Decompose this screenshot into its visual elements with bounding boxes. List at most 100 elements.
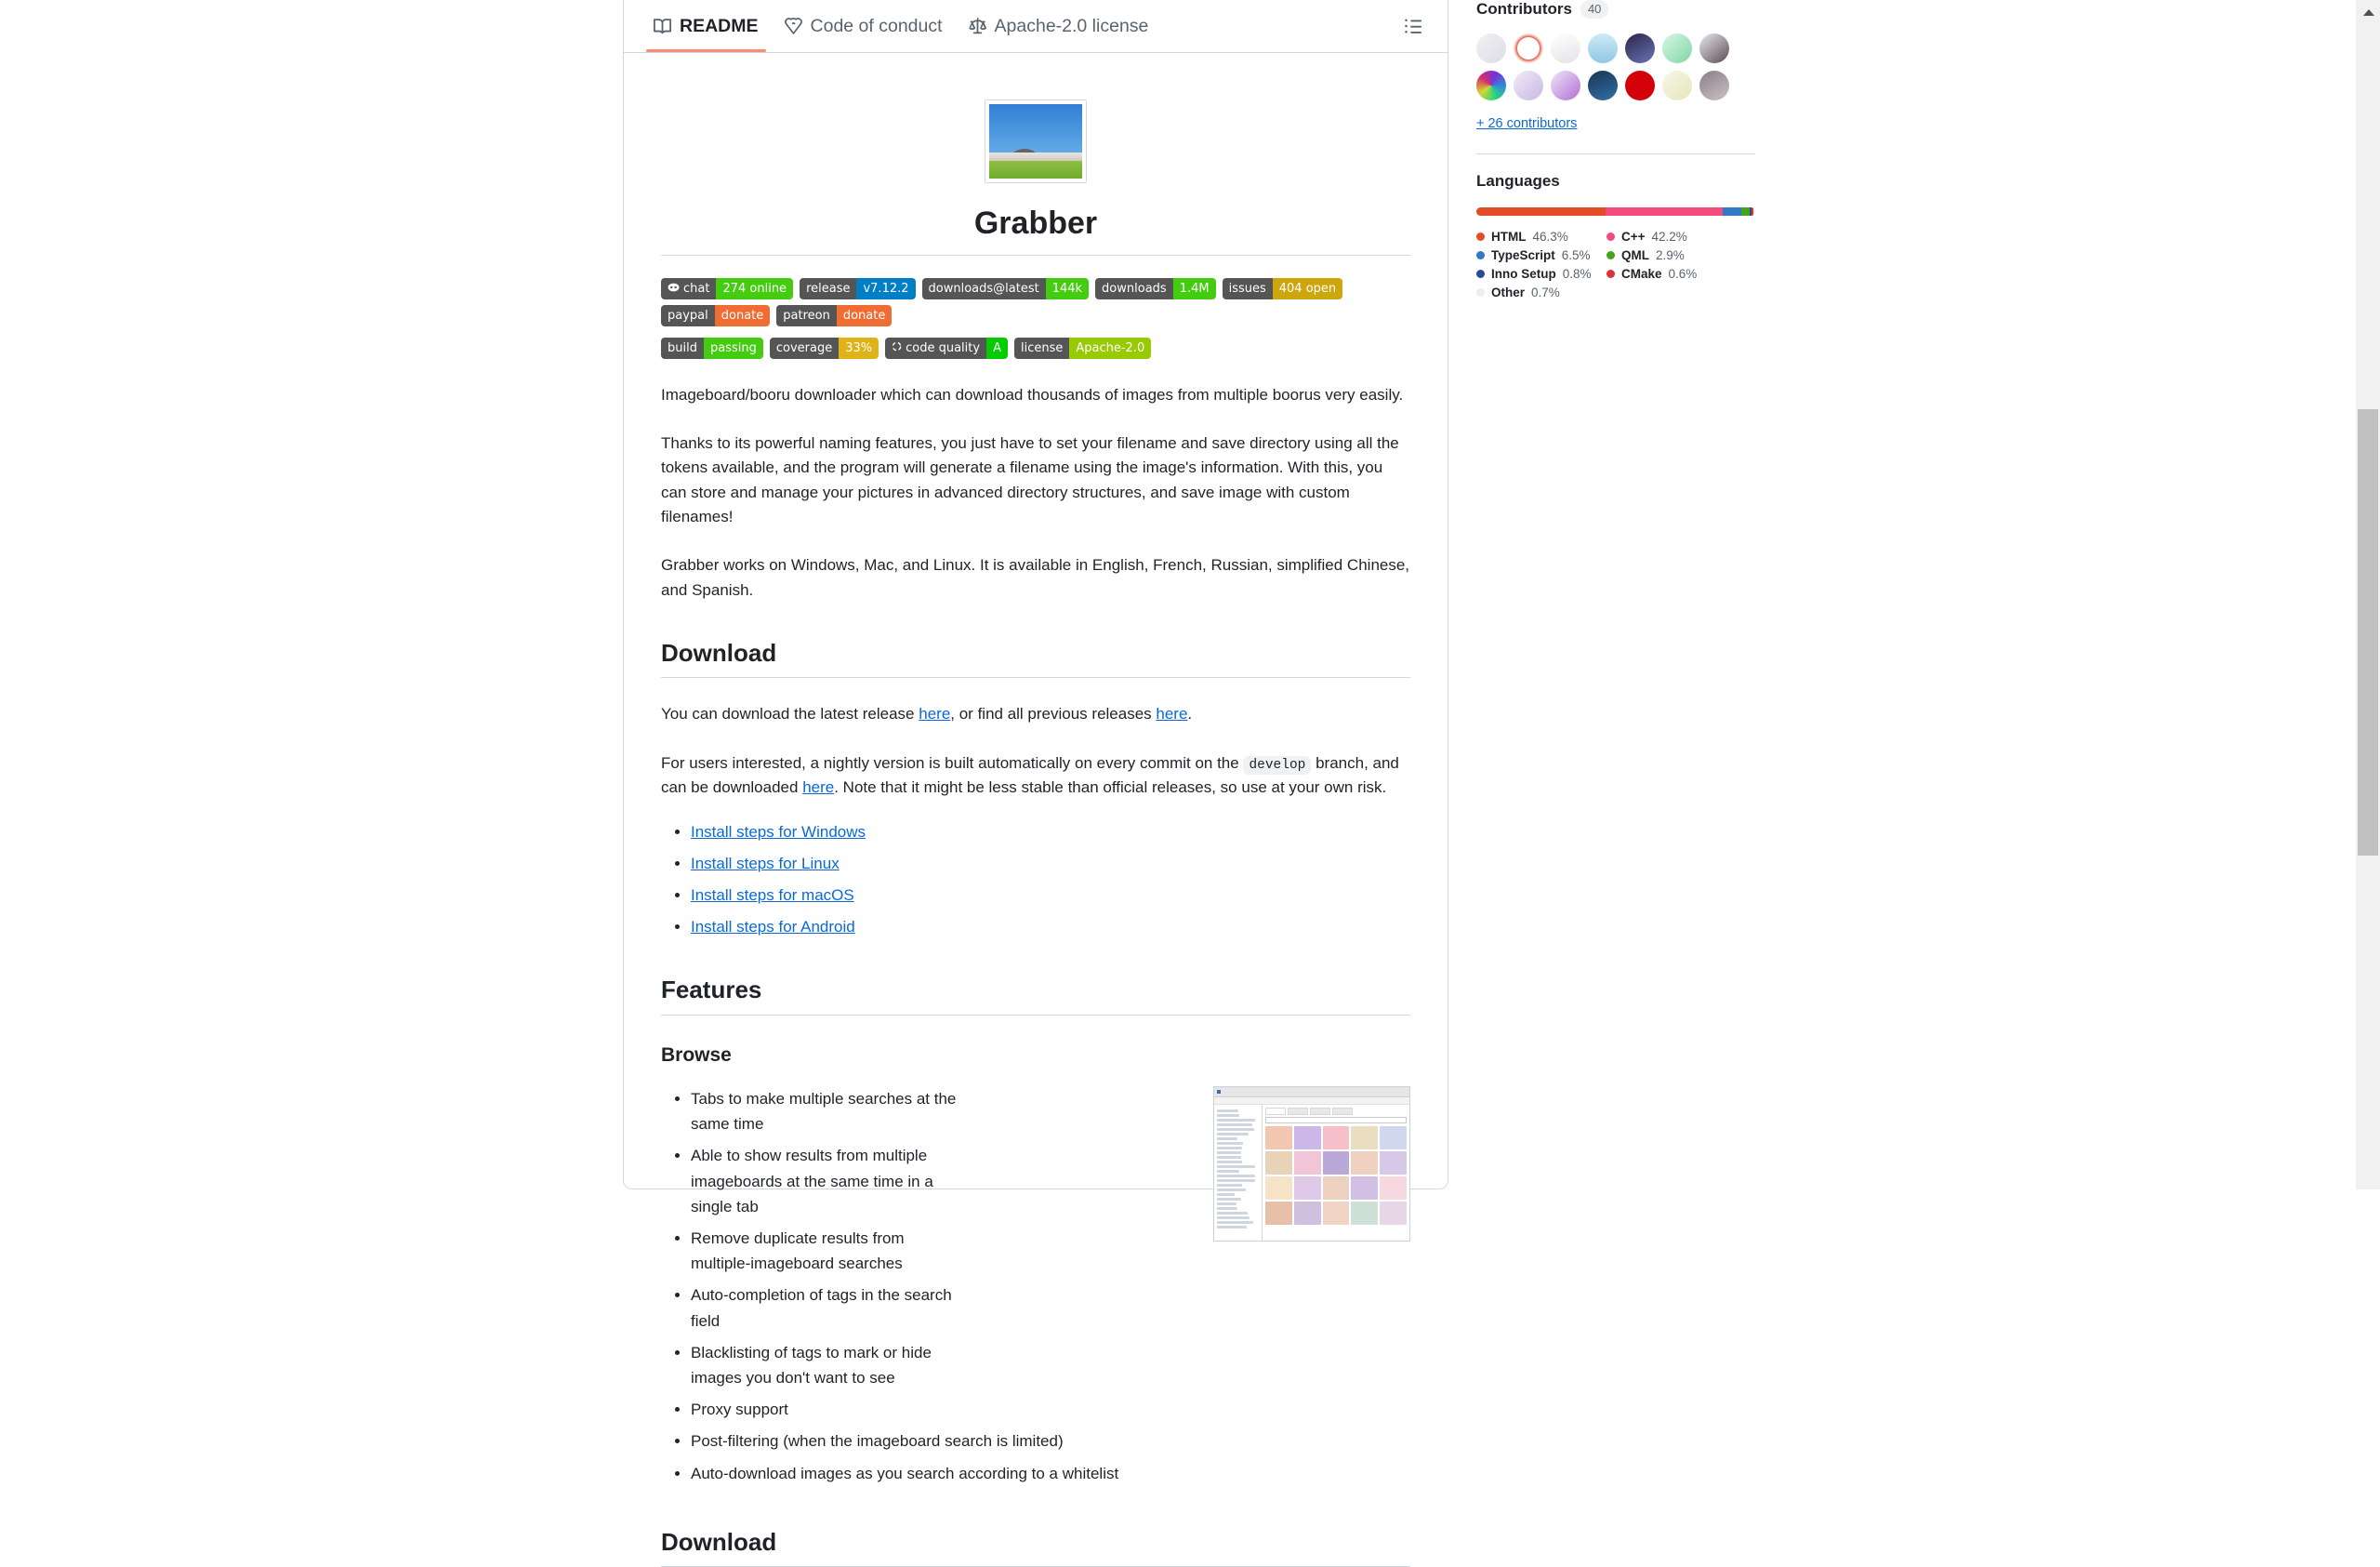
- badge-patreon[interactable]: patreon donate: [776, 305, 892, 326]
- language-color-dot: [1476, 232, 1485, 241]
- install-steps-link[interactable]: Install steps for Windows: [691, 823, 866, 841]
- tab-license[interactable]: Apache-2.0 license: [956, 0, 1162, 52]
- language-item[interactable]: QML 2.9%: [1606, 248, 1755, 262]
- app-screenshot-results-panel: [1263, 1105, 1409, 1242]
- badge-paypal[interactable]: paypal donate: [661, 305, 770, 326]
- language-percent: 42.2%: [1652, 230, 1687, 244]
- language-bar-segment: [1753, 207, 1755, 216]
- contributor-avatar-11[interactable]: [1588, 71, 1618, 100]
- contributor-avatar-13[interactable]: [1662, 71, 1692, 100]
- language-color-dot: [1476, 251, 1485, 259]
- language-item[interactable]: C++ 42.2%: [1606, 230, 1755, 244]
- language-list: HTML 46.3% C++ 42.2% TypeScript 6.5% QML 2.9% In…: [1476, 230, 1755, 299]
- page-scrollbar[interactable]: [2356, 0, 2380, 1189]
- scrollbar-thumb[interactable]: [2358, 409, 2378, 856]
- app-screenshot-tabs: [1265, 1108, 1407, 1115]
- list-item: Install steps for Linux: [691, 851, 1410, 876]
- language-item[interactable]: TypeScript 6.5%: [1476, 248, 1606, 262]
- badge-issues[interactable]: issues 404 open: [1223, 278, 1343, 299]
- language-bar-segment: [1476, 207, 1606, 216]
- badge-code-quality[interactable]: code quality A: [885, 338, 1008, 359]
- paragraph-naming: Thanks to its powerful naming features, …: [661, 432, 1410, 529]
- badge-right-label: 33%: [839, 338, 879, 359]
- install-steps-list: Install steps for Windows Install steps f…: [661, 819, 1410, 940]
- tab-readme[interactable]: README: [641, 0, 772, 52]
- contributor-avatar-5[interactable]: [1625, 33, 1655, 63]
- develop-branch-code: develop: [1243, 756, 1311, 775]
- contributor-avatar-2[interactable]: [1514, 33, 1543, 63]
- language-bar-segment: [1741, 207, 1750, 216]
- more-contributors-link[interactable]: + 26 contributors: [1476, 116, 1755, 131]
- contributor-avatar-9[interactable]: [1514, 71, 1543, 100]
- outline-icon[interactable]: [1394, 7, 1433, 46]
- paragraph-nightly: For users interested, a nightly version …: [661, 751, 1410, 801]
- contributor-avatar-10[interactable]: [1551, 71, 1580, 100]
- app-screenshot-thumbnail: [1351, 1151, 1378, 1175]
- badge-coverage[interactable]: coverage 33%: [770, 338, 879, 359]
- language-percent: 0.7%: [1531, 286, 1560, 299]
- hero-image-frame: [985, 100, 1087, 183]
- book-icon: [654, 18, 671, 35]
- list-item: Auto-download images as you search accor…: [691, 1461, 1410, 1486]
- app-screenshot-thumbnail: [1380, 1151, 1407, 1175]
- nightly-download-link[interactable]: here: [802, 778, 834, 796]
- badge-chat[interactable]: chat 274 online: [661, 278, 793, 299]
- badge-release[interactable]: release v7.12.2: [800, 278, 915, 299]
- app-screenshot-thumbnail: [1380, 1202, 1407, 1225]
- app-screenshot-menubar: [1214, 1097, 1409, 1105]
- download-text-a: You can download the latest release: [661, 705, 919, 723]
- language-name: Other: [1491, 286, 1525, 299]
- contributor-avatar-4[interactable]: [1588, 33, 1618, 63]
- page-title: Grabber: [661, 204, 1410, 256]
- badge-right-label: A: [986, 338, 1008, 359]
- contributor-avatar-8[interactable]: [1476, 71, 1506, 100]
- contributor-avatar-14[interactable]: [1699, 71, 1729, 100]
- scroll-up-arrow-icon[interactable]: [2363, 9, 2374, 16]
- language-item[interactable]: Other 0.7%: [1476, 286, 1606, 299]
- language-color-dot: [1606, 232, 1615, 241]
- download-text-b: , or find all previous releases: [950, 705, 1156, 723]
- app-screenshot-thumbnail: [1380, 1126, 1407, 1149]
- contributors-title: Contributors: [1476, 0, 1572, 19]
- app-screenshot-thumbnail: [1294, 1151, 1321, 1175]
- app-screenshot-thumbnail: [1351, 1176, 1378, 1200]
- install-steps-link[interactable]: Install steps for macOS: [691, 886, 854, 904]
- app-screenshot-search: [1265, 1117, 1407, 1123]
- sidebar-divider: [1476, 153, 1755, 154]
- spinner-icon: [892, 338, 902, 359]
- badge-downloads-latest[interactable]: downloads@latest 144k: [922, 278, 1090, 299]
- list-item: Install steps for macOS: [691, 883, 1410, 908]
- scales-icon: [969, 18, 986, 35]
- contributor-avatar-7[interactable]: [1699, 33, 1729, 63]
- language-item[interactable]: HTML 46.3%: [1476, 230, 1606, 244]
- app-screenshot[interactable]: [1213, 1086, 1410, 1242]
- badge-right-label: 144k: [1046, 278, 1089, 299]
- app-screenshot-thumbnail: [1265, 1151, 1292, 1175]
- badge-right-label: 274 online: [716, 278, 793, 299]
- language-item[interactable]: Inno Setup 0.8%: [1476, 267, 1606, 281]
- install-steps-link[interactable]: Install steps for Android: [691, 918, 855, 936]
- badge-license[interactable]: license Apache-2.0: [1014, 338, 1151, 359]
- language-item[interactable]: CMake 0.6%: [1606, 267, 1755, 281]
- tab-code-of-conduct[interactable]: Code of conduct: [772, 0, 956, 52]
- app-screenshot-thumbnail: [1265, 1176, 1292, 1200]
- contributor-avatar-3[interactable]: [1551, 33, 1580, 63]
- contributor-avatar-1[interactable]: [1476, 33, 1506, 63]
- badge-downloads[interactable]: downloads 1.4M: [1095, 278, 1216, 299]
- heading-download: Download: [661, 638, 1410, 679]
- badge-right-label: 1.4M: [1173, 278, 1216, 299]
- install-steps-link[interactable]: Install steps for Linux: [691, 855, 840, 872]
- language-color-dot: [1606, 270, 1615, 278]
- badge-right-label: passing: [704, 338, 763, 359]
- app-screenshot-thumbnail: [1323, 1202, 1350, 1225]
- latest-release-link[interactable]: here: [919, 705, 950, 723]
- badge-right-label: v7.12.2: [856, 278, 915, 299]
- contributor-avatar-6[interactable]: [1662, 33, 1692, 63]
- badge-right-label: donate: [715, 305, 771, 326]
- app-screenshot-thumbnail: [1294, 1126, 1321, 1149]
- contributor-avatar-12[interactable]: [1625, 71, 1655, 100]
- language-name: CMake: [1621, 267, 1662, 281]
- heading-download-bottom: Download: [661, 1527, 1410, 1567]
- previous-releases-link[interactable]: here: [1156, 705, 1187, 723]
- badge-build[interactable]: build passing: [661, 338, 763, 359]
